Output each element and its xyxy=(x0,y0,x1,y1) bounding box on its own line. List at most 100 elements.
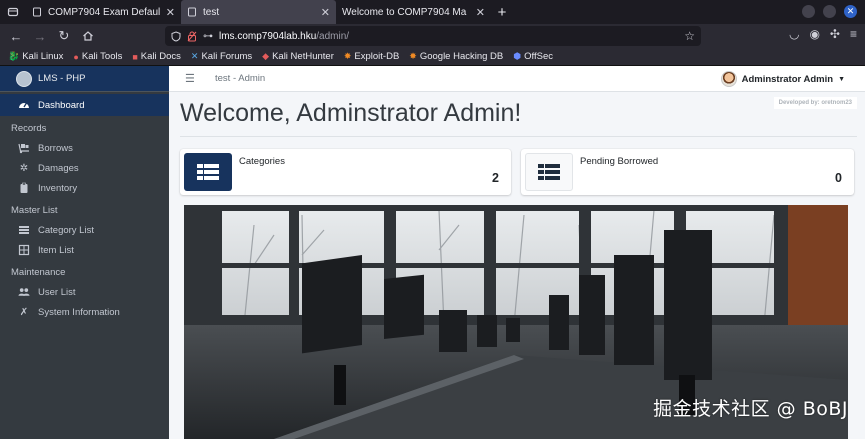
address-bar[interactable]: ⊶ lms.comp7904lab.hku/admin/ ☆ xyxy=(165,26,701,46)
top-navbar: ☰ test - Admin Adminstrator Admin ▼ xyxy=(169,66,865,92)
bookmark-star-icon[interactable]: ☆ xyxy=(684,29,695,43)
close-window-button[interactable]: ✕ xyxy=(844,5,857,18)
forward-button[interactable]: → xyxy=(28,29,52,44)
sidebar: LMS - PHP Dashboard Records Borrows ✲ Da… xyxy=(0,66,169,439)
brand-link[interactable]: LMS - PHP xyxy=(0,66,169,92)
kali-dragon-icon: 🐉 xyxy=(8,51,20,61)
card-value: 0 xyxy=(835,171,842,185)
bookmark-kali-forums[interactable]: ✕ Kali Forums xyxy=(191,51,252,62)
pending-borrowed-card: Pending Borrowed 0 xyxy=(521,149,854,195)
browser-tab-bar: COMP7904 Exam Default La ✕ test ✕ Welcom… xyxy=(0,0,865,24)
sidebar-item-label: Item List xyxy=(38,244,74,256)
bookmark-label: Kali Tools xyxy=(81,51,123,62)
sidebar-item-label: User List xyxy=(38,286,76,298)
back-button[interactable]: ← xyxy=(4,29,28,44)
dolly-icon xyxy=(18,143,29,154)
brand-logo-icon xyxy=(16,70,32,87)
card-label: Categories xyxy=(239,156,285,167)
sidebar-item-label: Inventory xyxy=(38,182,78,194)
tools-icon: ✗ xyxy=(19,306,29,318)
close-tab-icon[interactable]: ✕ xyxy=(321,6,330,19)
avatar xyxy=(720,71,737,87)
main-content: ☰ test - Admin Adminstrator Admin ▼ Welc… xyxy=(169,66,865,439)
toolbar-right: ◡ ◉ ✣ ≡ xyxy=(789,27,857,41)
sidebar-item-label: Dashboard xyxy=(38,99,85,111)
close-tab-icon[interactable]: ✕ xyxy=(166,6,175,19)
page-header: Welcome, Adminstrator Admin! Developed b… xyxy=(169,92,865,140)
watermark: 掘金技术社区 @ BoBJ xyxy=(653,398,848,420)
tab-title: test xyxy=(203,6,220,18)
page-icon xyxy=(33,7,41,17)
sidebar-item-dashboard[interactable]: Dashboard xyxy=(0,94,169,116)
sidebar-item-item-list[interactable]: Item List xyxy=(0,240,169,260)
ghdb-icon: ✸ xyxy=(409,51,417,61)
arrow-right-icon: → xyxy=(33,28,47,44)
sidebar-item-inventory[interactable]: Inventory xyxy=(0,178,169,198)
bookmark-kali-docs[interactable]: ■ Kali Docs xyxy=(132,51,181,62)
home-icon xyxy=(83,31,93,41)
close-tab-icon[interactable]: ✕ xyxy=(476,6,485,19)
new-tab-button[interactable]: + xyxy=(491,0,513,24)
bookmark-label: Kali Forums xyxy=(201,51,253,62)
home-button[interactable] xyxy=(76,30,100,42)
page-title: Welcome, Adminstrator Admin! xyxy=(180,99,522,127)
browser-navigation-bar: ← → ↻ ⊶ lms.comp7904lab.hku/admin/ ☆ ◡ ◉… xyxy=(0,24,865,48)
sidebar-item-system-information[interactable]: ✗ System Information xyxy=(0,302,169,322)
bookmark-kali-nethunter[interactable]: ◆ Kali NetHunter xyxy=(262,51,334,62)
kali-forums-icon: ✕ xyxy=(190,51,199,61)
bookmark-offsec[interactable]: ⬢ OffSec xyxy=(513,51,553,62)
reload-button[interactable]: ↻ xyxy=(52,28,76,44)
list-icon xyxy=(19,226,29,234)
categories-card: Categories 2 xyxy=(180,149,511,195)
bookmark-label: Google Hacking DB xyxy=(419,51,504,62)
bookmark-kali-tools[interactable]: ● Kali Tools xyxy=(73,51,122,62)
sidebar-item-borrows[interactable]: Borrows xyxy=(0,138,169,158)
menu-icon[interactable]: ≡ xyxy=(850,27,857,41)
account-icon[interactable]: ◉ xyxy=(809,27,819,41)
browser-tab-test[interactable]: test ✕ xyxy=(181,0,336,24)
tab-list-icon xyxy=(7,7,19,17)
tab-title: COMP7904 Exam Default La xyxy=(48,6,160,18)
browser-tab-welcome[interactable]: Welcome to COMP7904 Ma ✕ xyxy=(336,0,491,24)
sidebar-item-category-list[interactable]: Category List xyxy=(0,220,169,240)
sidebar-header-maintenance: Maintenance xyxy=(11,266,66,278)
url-text: lms.comp7904lab.hku/admin/ xyxy=(219,31,349,42)
clipboard-icon xyxy=(20,182,28,193)
users-icon xyxy=(18,288,30,296)
bookmark-google-hacking-db[interactable]: ✸ Google Hacking DB xyxy=(409,51,503,62)
sidebar-item-label: System Information xyxy=(38,306,120,318)
window-controls: ✕ xyxy=(802,5,857,18)
url-path: /admin/ xyxy=(316,30,350,42)
bookmark-label: OffSec xyxy=(524,51,553,62)
bug-icon: ✲ xyxy=(19,162,29,174)
insecure-lock-icon xyxy=(187,31,197,41)
kali-docs-icon: ■ xyxy=(132,51,138,62)
th-list-icon xyxy=(197,164,219,180)
menu-toggle-icon[interactable]: ☰ xyxy=(185,72,199,85)
minimize-button[interactable] xyxy=(802,5,815,18)
maximize-button[interactable] xyxy=(823,5,836,18)
sidebar-item-label: Damages xyxy=(38,162,79,174)
sidebar-item-label: Category List xyxy=(38,224,94,236)
sidebar-item-damages[interactable]: ✲ Damages xyxy=(0,158,169,178)
th-list-icon xyxy=(538,164,560,180)
plus-icon: + xyxy=(497,3,507,21)
url-host: lms.comp7904lab.hku xyxy=(219,30,317,42)
browser-tab-exam[interactable]: COMP7904 Exam Default La ✕ xyxy=(26,0,181,24)
user-dropdown[interactable]: Adminstrator Admin ▼ xyxy=(720,71,845,87)
sidebar-item-user-list[interactable]: User List xyxy=(0,282,169,302)
reload-icon: ↻ xyxy=(58,28,70,43)
pocket-icon[interactable]: ◡ xyxy=(789,27,799,41)
bookmark-label: Exploit-DB xyxy=(354,51,400,62)
sidebar-header-master-list: Master List xyxy=(11,204,58,216)
categories-icon-box xyxy=(184,153,232,191)
extensions-icon[interactable]: ✣ xyxy=(830,27,840,41)
pending-borrowed-icon-box xyxy=(525,153,573,191)
offsec-icon: ⬢ xyxy=(513,51,522,61)
table-icon xyxy=(18,244,30,256)
dashboard-gauge-icon xyxy=(19,102,29,108)
tab-title: Welcome to COMP7904 Ma xyxy=(342,6,467,18)
bookmark-exploit-db[interactable]: ✸ Exploit-DB xyxy=(344,51,399,62)
bookmark-kali-linux[interactable]: 🐉 Kali Linux xyxy=(8,51,63,62)
tab-overview-button[interactable] xyxy=(0,0,26,24)
